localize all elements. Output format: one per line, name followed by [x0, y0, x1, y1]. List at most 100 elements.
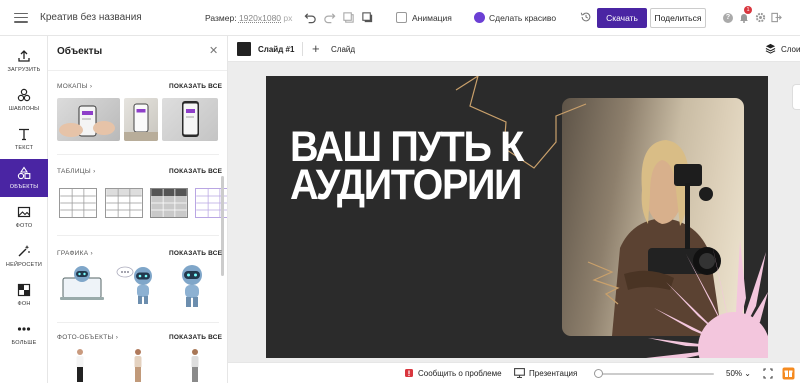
make-beautiful-button[interactable]: Сделать красиво [489, 13, 556, 23]
panel-scrollbar[interactable] [221, 176, 224, 276]
presentation-button[interactable]: Презентация [529, 369, 577, 378]
sidebar-item-templates[interactable]: ШАБЛОНЫ [0, 81, 48, 119]
document-title[interactable]: Креатив без названия [40, 12, 142, 23]
slide-thumbnail[interactable] [237, 42, 251, 56]
layers-button[interactable]: Слои [781, 45, 800, 54]
notification-badge: 1 [744, 6, 752, 14]
show-all-mockups-button[interactable]: ПОКАЗАТЬ ВСЕ [169, 83, 222, 90]
fit-to-screen-icon[interactable] [763, 368, 773, 379]
sidebar-item-photo[interactable]: ФОТО [0, 198, 48, 236]
slide-name[interactable]: Слайд #1 [258, 45, 294, 54]
history-icon[interactable] [580, 11, 592, 23]
sidebar-item-more[interactable]: БОЛЬШЕ [0, 315, 48, 353]
show-all-photo-objects-button[interactable]: ПОКАЗАТЬ ВСЕ [169, 334, 222, 341]
sidebar-item-label: ФОТО [15, 223, 33, 229]
share-button[interactable]: Поделиться [650, 8, 706, 28]
animation-label: Анимация [412, 13, 452, 23]
section-label: ФОТО-ОБЪЕКТЫ [57, 334, 114, 341]
person-photo[interactable] [188, 348, 202, 383]
divider [57, 154, 219, 155]
sidebar-item-upload[interactable]: ЗАГРУЗИТЬ [0, 42, 48, 80]
chevron-down-icon: ⌄ [744, 369, 751, 378]
mockup-thumbnail[interactable] [162, 98, 218, 141]
sidebar-item-label: ОБЪЕКТЫ [9, 184, 39, 190]
plus-icon[interactable]: + [312, 42, 320, 55]
objects-panel: Объекты ✕ МОКАПЫ › ПОКАЗАТЬ ВСЕ ТАБЛИЦЫ … [48, 36, 228, 383]
robot-standing-graphic[interactable] [172, 264, 212, 308]
section-label: ГРАФИКА [57, 250, 89, 257]
mockup-thumbnail[interactable] [124, 98, 158, 141]
menu-icon[interactable] [14, 12, 28, 23]
chevron-right-icon: › [93, 168, 96, 175]
phone-in-hands-image [59, 105, 115, 137]
phone-front-image [182, 101, 199, 137]
close-icon[interactable]: ✕ [209, 46, 218, 57]
phone-on-desk-image [124, 103, 158, 141]
section-label: ТАБЛИЦЫ [57, 168, 91, 175]
download-button[interactable]: Скачать [597, 8, 647, 28]
photo-icon [17, 206, 31, 218]
help-icon[interactable]: ? [723, 13, 733, 23]
table-thumbnail[interactable] [59, 188, 97, 218]
section-title-tables[interactable]: ТАБЛИЦЫ › [57, 168, 96, 175]
duplicate-icon[interactable] [361, 11, 374, 24]
undo-icon[interactable] [304, 11, 317, 24]
show-all-tables-button[interactable]: ПОКАЗАТЬ ВСЕ [169, 168, 222, 175]
right-panel-toggle[interactable] [792, 84, 800, 110]
divider [48, 70, 227, 71]
presentation-icon[interactable] [514, 368, 525, 378]
person-photo[interactable] [73, 348, 87, 383]
section-title-mockups[interactable]: МОКАПЫ › [57, 83, 92, 90]
chevron-right-icon: › [115, 334, 119, 341]
show-all-graphics-button[interactable]: ПОКАЗАТЬ ВСЕ [169, 250, 222, 257]
slide-headline[interactable]: ВАШ ПУТЬ К АУДИТОРИИ [290, 126, 529, 207]
zoom-level[interactable]: 50% ⌄ [726, 369, 751, 378]
workspace: ВАШ ПУТЬ К АУДИТОРИИ [228, 62, 800, 362]
section-title-photo-objects[interactable]: ФОТО-ОБЪЕКТЫ › [57, 334, 118, 341]
robot-chat-graphic[interactable] [115, 264, 159, 306]
sidebar-item-text[interactable]: ТЕКСТ [0, 120, 48, 158]
chevron-right-icon: › [89, 83, 93, 90]
slide-canvas[interactable]: ВАШ ПУТЬ К АУДИТОРИИ [266, 76, 768, 358]
text-icon [19, 128, 29, 141]
gift-icon[interactable] [782, 367, 795, 380]
sidebar-item-objects[interactable]: ОБЪЕКТЫ [0, 159, 48, 197]
size-unit: px [283, 13, 293, 23]
canvas-size[interactable]: Размер: 1920x1080 px [205, 13, 292, 23]
zoom-value: 50% [726, 369, 743, 378]
person-photo[interactable] [131, 348, 145, 383]
size-value[interactable]: 1920x1080 [239, 13, 281, 23]
gear-icon[interactable] [755, 12, 766, 23]
divider [57, 322, 219, 323]
sidebar-item-label: ТЕКСТ [14, 145, 34, 151]
warning-icon[interactable] [404, 368, 414, 378]
background-icon [17, 283, 31, 297]
left-rail: ЗАГРУЗИТЬ ШАБЛОНЫ ТЕКСТ ОБЪЕКТЫ ФОТО НЕЙ… [0, 36, 48, 383]
divider [57, 235, 219, 236]
upload-icon [18, 50, 30, 62]
copy-icon[interactable] [342, 11, 355, 24]
sidebar-item-label: ШАБЛОНЫ [8, 106, 40, 112]
table-thumbnail[interactable] [105, 188, 143, 218]
redo-icon[interactable] [323, 11, 336, 24]
size-label: Размер: [205, 13, 237, 23]
panel-title: Объекты [57, 46, 103, 57]
slide-toolbar: Слайд #1 + Слайд Слои [228, 36, 800, 62]
zoom-slider-handle[interactable] [594, 369, 604, 378]
report-problem-link[interactable]: Сообщить о проблеме [418, 369, 502, 378]
zoom-slider[interactable] [594, 373, 714, 375]
ai-wand-icon [18, 245, 30, 257]
mockup-thumbnail[interactable] [57, 98, 120, 141]
add-slide-button[interactable]: Слайд [331, 45, 355, 54]
sidebar-item-ai[interactable]: НЕЙРОСЕТИ [0, 237, 48, 275]
magic-wand-icon[interactable] [474, 12, 485, 23]
shapes-icon [17, 166, 31, 180]
section-title-graphics[interactable]: ГРАФИКА › [57, 250, 93, 257]
sidebar-item-background[interactable]: ФОН [0, 276, 48, 314]
robot-laptop-graphic[interactable] [60, 264, 104, 304]
animation-checkbox[interactable] [396, 12, 407, 23]
exit-icon[interactable] [771, 12, 782, 23]
table-thumbnail[interactable] [150, 188, 188, 218]
layers-icon[interactable] [765, 43, 776, 54]
chevron-right-icon: › [90, 250, 93, 257]
